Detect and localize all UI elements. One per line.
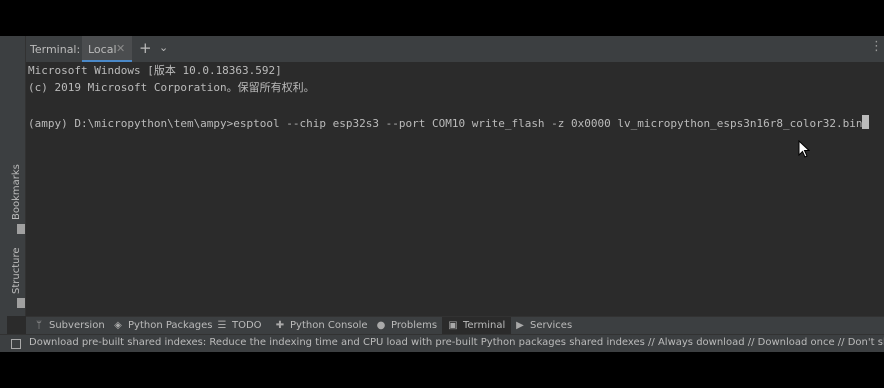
tool-window-python-console[interactable]: ✚ Python Console	[275, 317, 368, 335]
structure-icon	[17, 298, 25, 308]
structure-tab[interactable]: Structure	[11, 247, 22, 294]
tool-window-terminal[interactable]: ▣ Terminal	[442, 317, 512, 335]
left-edge-strip	[0, 36, 7, 352]
notification-icon[interactable]	[11, 339, 21, 349]
text-cursor	[862, 115, 870, 129]
tab-local[interactable]: Local ✕	[82, 36, 132, 63]
top-black-margin	[0, 0, 884, 36]
tool-window-subversion[interactable]: ᛘ Subversion	[34, 317, 105, 335]
status-message[interactable]: Download pre-built shared indexes: Reduc…	[29, 337, 884, 348]
terminal-output[interactable]: Microsoft Windows [版本 10.0.18363.592] (c…	[26, 62, 884, 316]
subversion-icon: ᛘ	[36, 320, 42, 331]
tool-window-label: Services	[530, 320, 573, 331]
terminal-line: Microsoft Windows [版本 10.0.18363.592]	[28, 64, 282, 77]
terminal-title: Terminal:	[30, 43, 81, 56]
add-tab-icon[interactable]: +	[139, 39, 152, 57]
tab-local-label: Local	[88, 43, 117, 56]
tool-window-services[interactable]: ▶ Services	[515, 317, 572, 335]
tool-window-label: Python Packages	[128, 320, 213, 331]
status-bar: Download pre-built shared indexes: Reduc…	[0, 334, 884, 353]
left-tool-stripe: Bookmarks Structure	[7, 36, 26, 316]
tool-window-label: Python Console	[290, 320, 368, 331]
tool-window-label: Problems	[391, 320, 438, 331]
terminal-line: (c) 2019 Microsoft Corporation。保留所有权利。	[28, 81, 315, 94]
tool-window-todo[interactable]: ☰ TODO	[217, 317, 262, 335]
more-options-icon[interactable]: ⋮	[870, 39, 884, 54]
terminal-tab-bar: Terminal: Local ✕ + ⌄ ⋮	[26, 36, 884, 63]
layers-icon: ◈	[114, 320, 122, 331]
list-icon: ☰	[217, 320, 227, 331]
tool-window-bar: ᛘ Subversion ◈ Python Packages ☰ TODO ✚ Pyth…	[26, 316, 884, 335]
info-icon: ●	[376, 320, 386, 331]
bookmark-icon	[17, 224, 25, 234]
chevron-down-icon[interactable]: ⌄	[159, 41, 168, 54]
command-line: (ampy) D:\micropython\tem\ampy>esptool -…	[28, 115, 870, 132]
terminal-icon: ▣	[448, 320, 458, 331]
tool-window-problems[interactable]: ● Problems	[376, 317, 437, 335]
bottom-black-margin	[0, 352, 884, 388]
tool-window-label: Terminal	[463, 320, 506, 331]
python-icon: ✚	[275, 320, 285, 331]
tool-window-label: Subversion	[49, 320, 105, 331]
bookmarks-tab[interactable]: Bookmarks	[11, 164, 22, 220]
tool-window-python-packages[interactable]: ◈ Python Packages	[113, 317, 213, 335]
mouse-pointer-icon	[798, 140, 810, 158]
close-icon[interactable]: ✕	[116, 42, 125, 55]
command-text: (ampy) D:\micropython\tem\ampy>esptool -…	[28, 117, 863, 130]
tool-window-label: TODO	[232, 320, 262, 331]
play-icon: ▶	[516, 320, 524, 331]
